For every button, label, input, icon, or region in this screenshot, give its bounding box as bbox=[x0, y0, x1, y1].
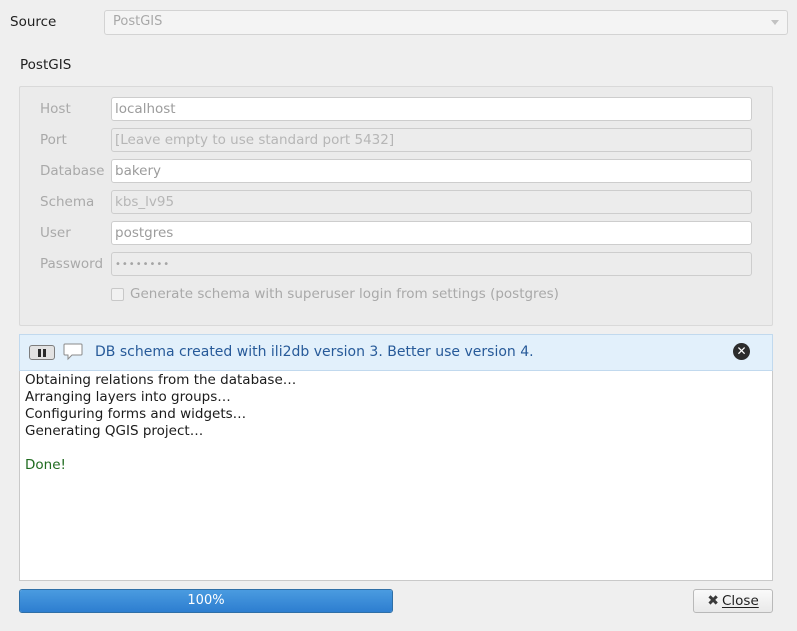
log-line: Obtaining relations from the database… bbox=[25, 372, 297, 388]
schema-label: Schema bbox=[40, 194, 95, 210]
close-button[interactable]: ✖ Close bbox=[693, 589, 773, 613]
log-done-line: Done! bbox=[25, 457, 66, 473]
superuser-checkbox[interactable] bbox=[111, 288, 124, 301]
speech-bubble-icon bbox=[63, 343, 83, 361]
user-label: User bbox=[40, 225, 71, 241]
database-label: Database bbox=[40, 163, 105, 179]
postgis-group-title: PostGIS bbox=[20, 57, 72, 73]
database-field[interactable]: bakery bbox=[111, 159, 752, 183]
port-label: Port bbox=[40, 132, 67, 148]
password-field[interactable]: •••••••• bbox=[111, 252, 752, 276]
message-text: DB schema created with ili2db version 3.… bbox=[95, 344, 534, 360]
progress-text: 100% bbox=[187, 593, 225, 608]
close-icon[interactable]: ✕ bbox=[733, 343, 750, 360]
log-output[interactable]: Obtaining relations from the database… A… bbox=[19, 371, 773, 581]
x-icon: ✖ bbox=[707, 593, 719, 609]
source-select[interactable]: PostGIS bbox=[104, 10, 788, 35]
log-line: Arranging layers into groups… bbox=[25, 389, 231, 405]
host-label: Host bbox=[40, 101, 71, 117]
progress-bar: 100% bbox=[19, 589, 393, 613]
close-button-label: Close bbox=[721, 593, 759, 609]
port-field[interactable]: [Leave empty to use standard port 5432] bbox=[111, 128, 752, 152]
user-field[interactable]: postgres bbox=[111, 221, 752, 245]
log-line: Configuring forms and widgets… bbox=[25, 406, 247, 422]
source-select-value: PostGIS bbox=[113, 14, 163, 29]
source-label: Source bbox=[10, 14, 57, 30]
host-field[interactable]: localhost bbox=[111, 97, 752, 121]
pause-icon[interactable] bbox=[29, 345, 55, 360]
log-blank-line bbox=[25, 440, 772, 457]
chevron-down-icon[interactable] bbox=[771, 20, 779, 25]
password-label: Password bbox=[40, 256, 104, 272]
superuser-checkbox-label: Generate schema with superuser login fro… bbox=[130, 286, 559, 302]
schema-field[interactable]: kbs_lv95 bbox=[111, 190, 752, 214]
log-line: Generating QGIS project… bbox=[25, 423, 204, 439]
